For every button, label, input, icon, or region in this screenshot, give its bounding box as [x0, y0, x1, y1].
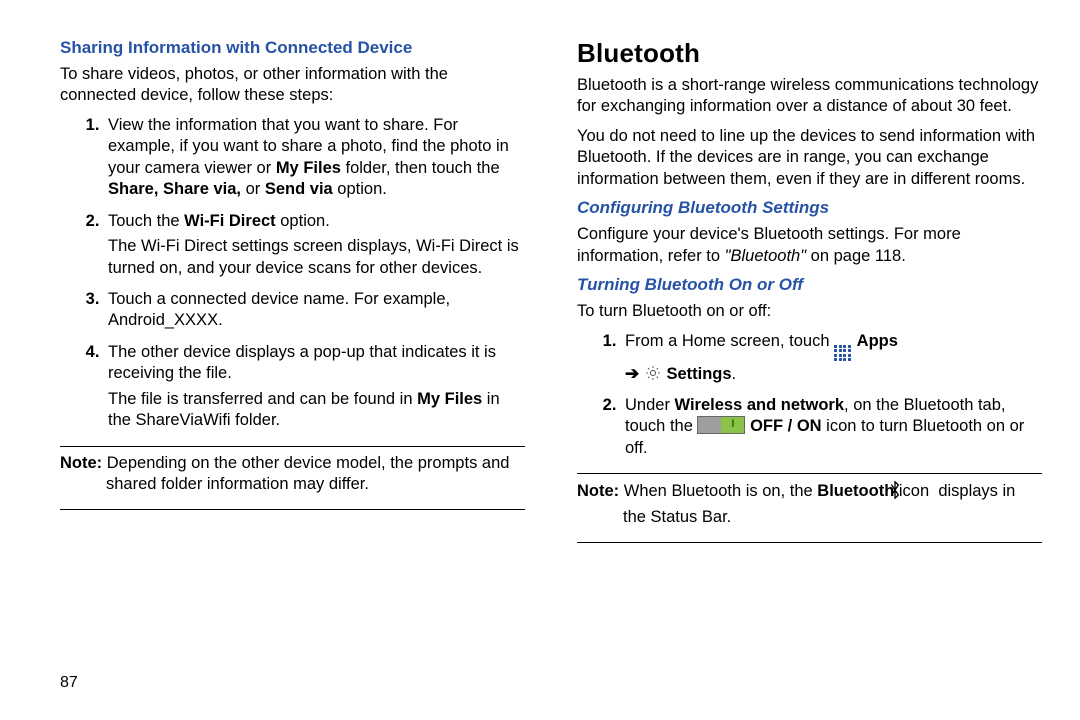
heading-bluetooth: Bluetooth [577, 38, 1042, 69]
note-label: Note: [60, 454, 102, 472]
intro-paragraph: To share videos, photos, or other inform… [60, 64, 525, 107]
note-right-a: When Bluetooth is on, the [619, 482, 817, 500]
bt-step-1-settings: Settings [666, 365, 731, 383]
step-3: Touch a connected device name. For examp… [104, 289, 525, 332]
sharing-steps-list: View the information that you want to sh… [60, 115, 525, 432]
step-1-share-via: Share, Share via, [108, 180, 241, 198]
note-right-bt: Bluetooth [817, 482, 894, 500]
page: Sharing Information with Connected Devic… [0, 0, 1080, 720]
step-4-result-a: The file is transferred and can be found… [108, 390, 417, 408]
bt-step-2-a: Under [625, 396, 675, 414]
step-1-send-via: Send via [265, 180, 333, 198]
step-2-text-a: Touch the [108, 212, 184, 230]
step-4: The other device displays a pop-up that … [104, 342, 525, 432]
turning-bt-steps: From a Home screen, touch Apps ➔ Setting… [577, 331, 1042, 460]
step-4-result: The file is transferred and can be found… [108, 389, 525, 432]
bt-step-1: From a Home screen, touch Apps ➔ Setting… [621, 331, 1042, 385]
step-2: Touch the Wi-Fi Direct option. The Wi-Fi… [104, 211, 525, 279]
bt-step-1-a: From a Home screen, touch [625, 332, 834, 350]
heading-turning-bt: Turning Bluetooth On or Off [577, 275, 1042, 295]
note-rule-top [60, 446, 525, 447]
heading-sharing-info: Sharing Information with Connected Devic… [60, 38, 525, 58]
settings-gear-icon [644, 364, 662, 382]
step-1-text-e: or [241, 180, 265, 198]
right-column: Bluetooth Bluetooth is a short-range wir… [551, 38, 1042, 700]
arrow-icon: ➔ [625, 364, 639, 383]
page-number: 87 [60, 674, 78, 692]
note-rule-bottom-right [577, 542, 1042, 543]
step-2-text-c: option. [276, 212, 330, 230]
step-1-my-files: My Files [276, 159, 341, 177]
step-2-wifi-direct: Wi-Fi Direct [184, 212, 276, 230]
note-text: Depending on the other device model, the… [102, 454, 509, 493]
configure-text-c: on page 118. [806, 247, 906, 265]
step-1: View the information that you want to sh… [104, 115, 525, 201]
step-4-text: The other device displays a pop-up that … [108, 343, 496, 382]
bt-paragraph-2: You do not need to line up the devices t… [577, 126, 1042, 190]
note-rule-top-right [577, 473, 1042, 474]
configure-paragraph: Configure your device's Bluetooth settin… [577, 224, 1042, 267]
apps-grid-icon [834, 345, 852, 363]
configure-ref: "Bluetooth" [725, 247, 806, 265]
bt-step-1-apps: Apps [857, 332, 898, 350]
off-on-toggle-icon [697, 416, 745, 434]
step-4-my-files: My Files [417, 390, 482, 408]
left-column: Sharing Information with Connected Devic… [60, 38, 551, 700]
bt-paragraph-1: Bluetooth is a short-range wireless comm… [577, 75, 1042, 118]
step-1-text-g: option. [333, 180, 387, 198]
bt-step-1-dot: . [732, 365, 737, 383]
note-rule-bottom [60, 509, 525, 510]
bt-step-2-offon: OFF / ON [750, 417, 822, 435]
step-2-result: The Wi-Fi Direct settings screen display… [108, 236, 525, 279]
turn-intro: To turn Bluetooth on or off: [577, 301, 1042, 322]
note-left: Note: Depending on the other device mode… [60, 453, 525, 496]
step-1-text-c: folder, then touch the [341, 159, 500, 177]
note-right: Note: When Bluetooth is on, the Bluetoot… [577, 480, 1042, 528]
bt-step-2: Under Wireless and network, on the Bluet… [621, 395, 1042, 459]
step-3-text: Touch a connected device name. For examp… [108, 290, 450, 329]
heading-configuring-bt: Configuring Bluetooth Settings [577, 198, 1042, 218]
bt-step-2-wireless: Wireless and network [675, 396, 845, 414]
note-right-label: Note: [577, 482, 619, 500]
